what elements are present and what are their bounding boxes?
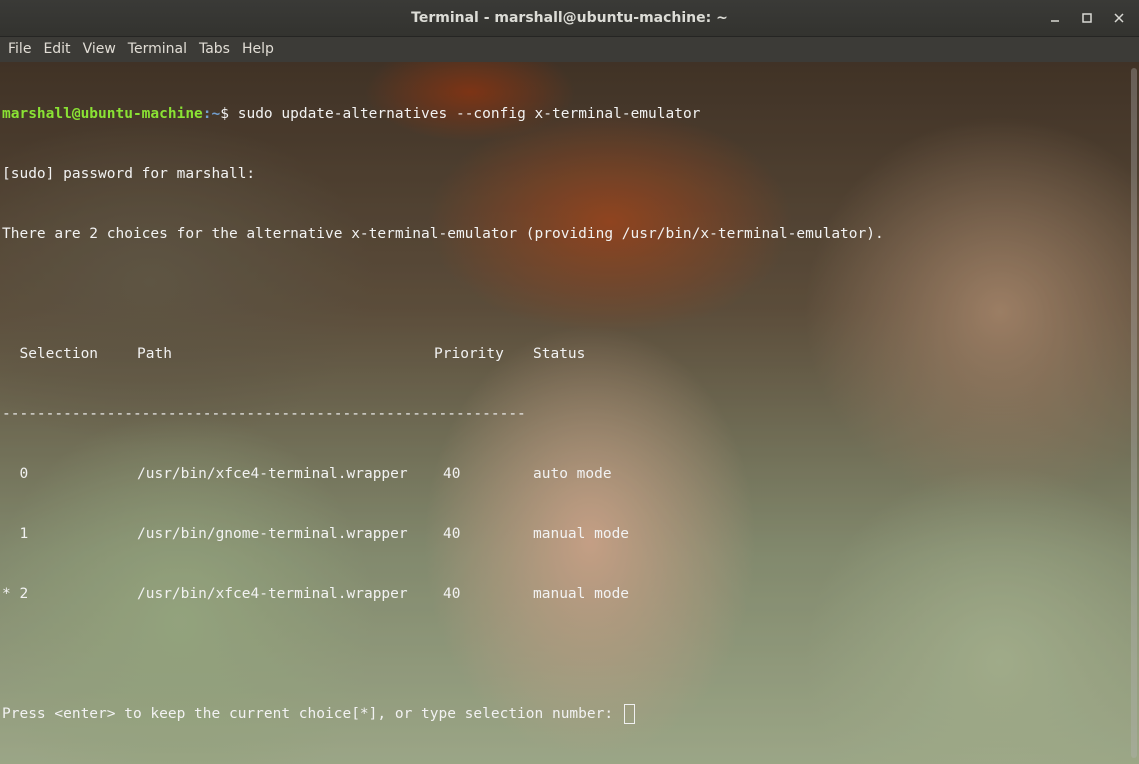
row-path: /usr/bin/xfce4-terminal.wrapper (137, 466, 408, 482)
row-status: manual mode (533, 526, 630, 542)
sudo-line: [sudo] password for marshall: (2, 166, 256, 182)
row-selection: 0 (2, 466, 29, 482)
close-icon[interactable] (1110, 9, 1128, 27)
menu-help[interactable]: Help (236, 37, 280, 62)
menu-edit[interactable]: Edit (37, 37, 76, 62)
row-path: /usr/bin/xfce4-terminal.wrapper (137, 586, 408, 602)
minimize-icon[interactable] (1046, 9, 1064, 27)
row-selection: 1 (2, 526, 29, 542)
table-separator: ----------------------------------------… (2, 406, 526, 422)
row-path: /usr/bin/gnome-terminal.wrapper (137, 526, 408, 542)
maximize-icon[interactable] (1078, 9, 1096, 27)
row-priority: 40 (443, 586, 461, 602)
header-status: Status (533, 346, 586, 362)
input-prompt-line: Press <enter> to keep the current choice… (2, 704, 884, 724)
row-priority: 40 (443, 526, 461, 542)
row-status: manual mode (533, 586, 630, 602)
row-priority: 40 (443, 466, 461, 482)
menu-file[interactable]: File (2, 37, 37, 62)
command-text: sudo update-alternatives --config x-term… (229, 106, 701, 122)
table-row: 0/usr/bin/xfce4-terminal.wrapper 40 auto m… (2, 464, 884, 484)
title-bar: Terminal - marshall@ubuntu-machine: ~ (0, 0, 1139, 37)
window-title: Terminal - marshall@ubuntu-machine: ~ (411, 10, 728, 26)
menu-terminal[interactable]: Terminal (122, 37, 193, 62)
input-prompt-text: Press <enter> to keep the current choice… (2, 706, 622, 722)
prompt-path: :~ (202, 106, 221, 122)
text-cursor[interactable] (623, 704, 635, 724)
command-line: marshall@ubuntu-machine:~$ sudo update-a… (2, 104, 884, 124)
terminal-output: marshall@ubuntu-machine:~$ sudo update-a… (2, 64, 884, 764)
menu-view[interactable]: View (77, 37, 122, 62)
header-path: Path (137, 346, 172, 362)
prompt-user: marshall@ubuntu-machine (2, 106, 203, 122)
prompt-symbol: $ (220, 106, 229, 122)
choices-line: There are 2 choices for the alternative … (2, 226, 884, 242)
scrollbar-thumb[interactable] (1131, 68, 1137, 758)
table-row: 1/usr/bin/gnome-terminal.wrapper 40 manual… (2, 524, 884, 544)
terminal-viewport[interactable]: marshall@ubuntu-machine:~$ sudo update-a… (0, 62, 1139, 764)
row-selection: * 2 (2, 586, 29, 602)
table-row: * 2/usr/bin/xfce4-terminal.wrapper 40 manu… (2, 584, 884, 604)
scrollbar[interactable] (1131, 68, 1137, 758)
menu-tabs[interactable]: Tabs (193, 37, 236, 62)
header-selection: Selection (2, 346, 99, 362)
row-status: auto mode (533, 466, 612, 482)
table-header: Selection Path Priority Status (2, 344, 884, 364)
menu-bar: File Edit View Terminal Tabs Help (0, 37, 1139, 62)
header-priority: Priority (434, 346, 504, 362)
